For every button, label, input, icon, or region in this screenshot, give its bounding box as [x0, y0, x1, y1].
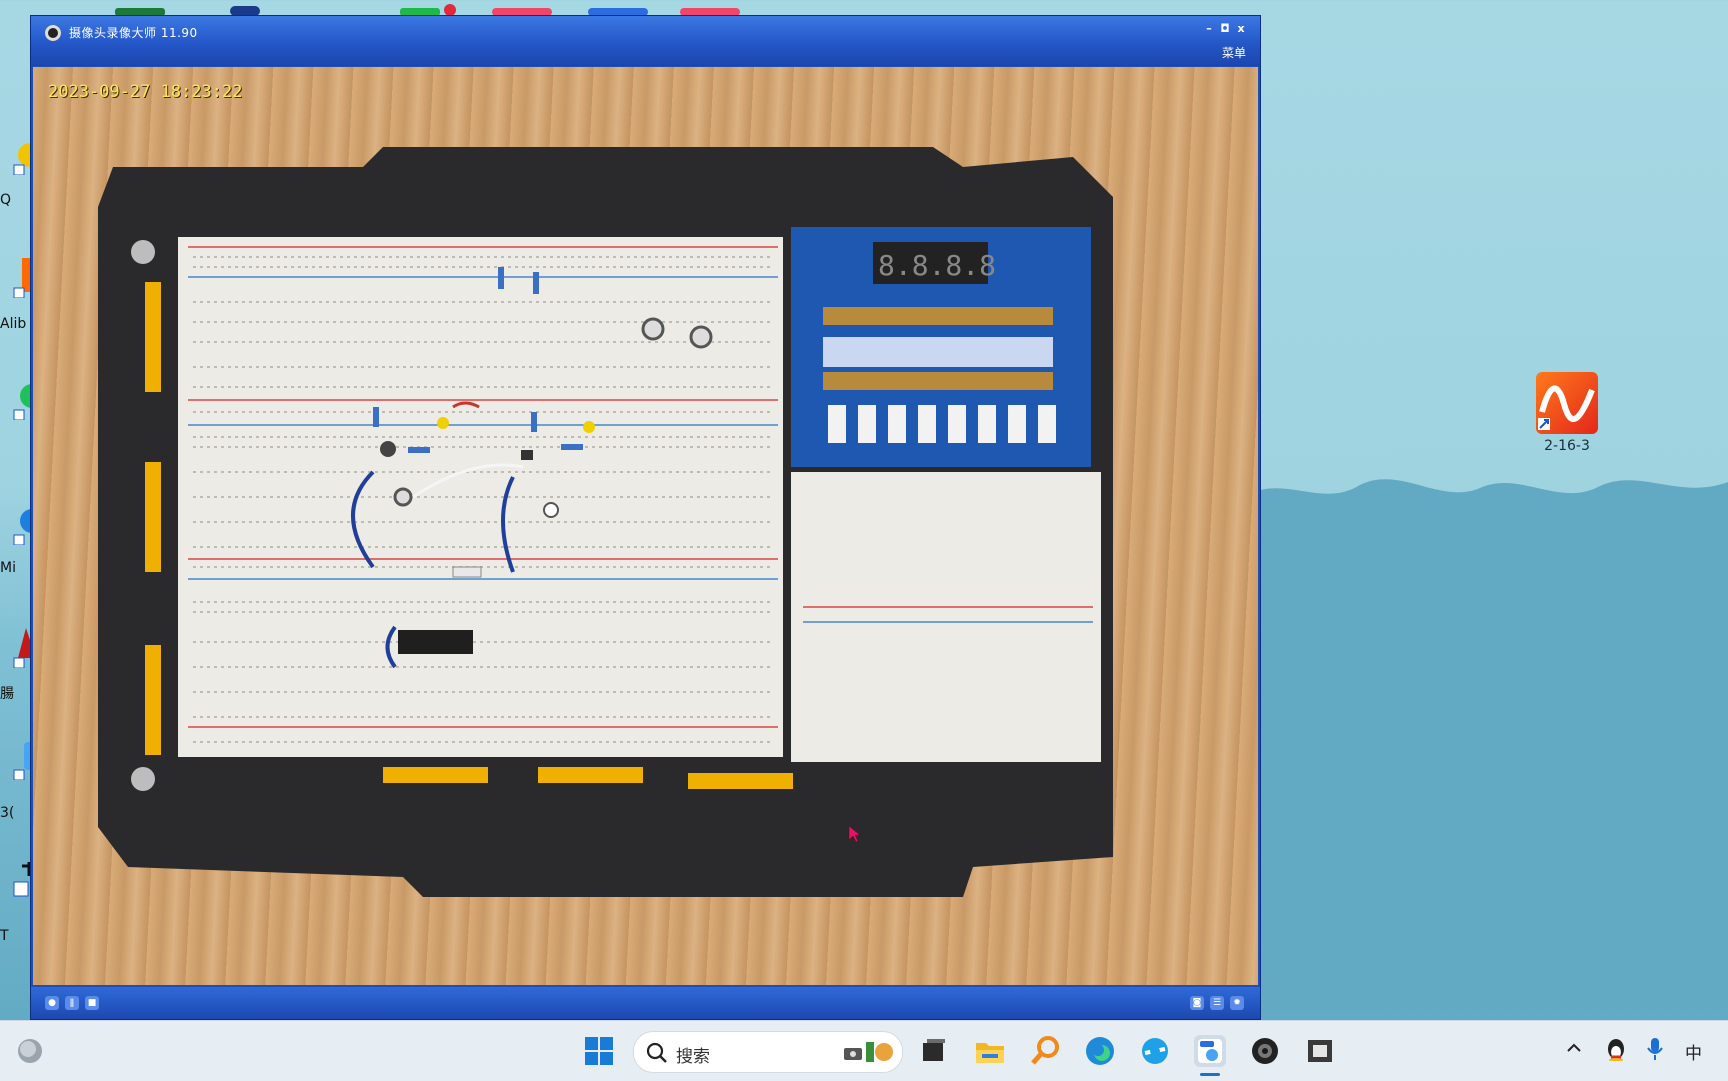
live-app-icon[interactable] [1194, 1035, 1226, 1067]
settings-button[interactable]: ✹ [1230, 996, 1244, 1010]
search-icon [646, 1042, 667, 1063]
desktop-icon-label: 腸 [0, 686, 14, 702]
shortcut-label: 2-16-3 [1544, 438, 1590, 454]
background-app-strip [115, 4, 740, 16]
file-explorer-icon[interactable] [974, 1035, 1006, 1067]
playback-controls-bar: ● ǁ ■ ◙ ☰ ✹ [31, 987, 1260, 1019]
mouse-cursor-icon [848, 825, 861, 843]
search-highlight-illustration-icon [844, 1042, 893, 1062]
edge-browser-icon[interactable] [1084, 1035, 1116, 1067]
desktop-icon-label: Mi [0, 560, 16, 576]
camera-recorder-taskbar-icon[interactable] [1249, 1035, 1281, 1067]
task-view-icon[interactable] [917, 1035, 949, 1067]
minimize-button[interactable]: – [1202, 22, 1216, 36]
snapshot-button[interactable]: ◙ [1190, 996, 1204, 1010]
start-windows-icon[interactable] [583, 1035, 615, 1067]
taskbar: 搜索 中 [0, 1020, 1728, 1081]
video-timestamp: 2023-09-27 18:23:22 [48, 82, 243, 102]
tray-overflow-chevron-icon[interactable] [1565, 1039, 1583, 1062]
breadboard-trainer-image: 8.8.8.8 [98, 147, 1113, 897]
desktop-shortcut-2-16-3[interactable]: 2-16-3 [1535, 372, 1599, 454]
qq-penguin-icon[interactable] [1605, 1037, 1627, 1066]
widgets-icon[interactable] [14, 1035, 46, 1067]
desktop-icon-label: Q [0, 192, 12, 208]
window-controls: – ◘ x [1202, 22, 1248, 36]
microphone-icon[interactable] [1645, 1036, 1665, 1067]
stop-button[interactable]: ■ [85, 996, 99, 1010]
record-button[interactable]: ● [45, 996, 59, 1010]
window-titlebar[interactable]: 摄像头录像大师 11.90 – ◘ x 菜单 [31, 16, 1260, 66]
desktop-wallpaper-wave [1240, 479, 1728, 1010]
pause-button[interactable]: ǁ [65, 996, 79, 1010]
maximize-button[interactable]: ◘ [1218, 22, 1232, 36]
close-button[interactable]: x [1234, 22, 1248, 36]
ime-indicator[interactable]: 中 [1685, 1039, 1702, 1064]
camera-app-icon [45, 25, 61, 41]
desktop-icon-label: 3( [0, 805, 15, 821]
camera-recorder-window: 摄像头录像大师 11.90 – ◘ x 菜单 8.8.8.8 2023-09-2… [31, 16, 1260, 1019]
search-tool-icon[interactable] [1030, 1035, 1062, 1067]
waveform-app-icon [1536, 372, 1598, 434]
menu-button[interactable]: 菜单 [1222, 44, 1246, 61]
classroom-app-icon[interactable] [1304, 1035, 1336, 1067]
search-placeholder: 搜索 [676, 1047, 710, 1067]
taskbar-search-box[interactable]: 搜索 [633, 1031, 903, 1073]
camera-video-feed: 8.8.8.8 2023-09-27 18:23:22 [33, 67, 1258, 985]
window-title: 摄像头录像大师 11.90 [69, 26, 198, 40]
active-indicator [1200, 1073, 1220, 1076]
desktop-icon-label: T [0, 928, 9, 944]
ie-browser-icon[interactable] [1139, 1035, 1171, 1067]
list-button[interactable]: ☰ [1210, 996, 1224, 1010]
svg-text:8.8.8.8: 8.8.8.8 [878, 249, 996, 282]
desktop-icon-label: Alib [0, 316, 27, 332]
